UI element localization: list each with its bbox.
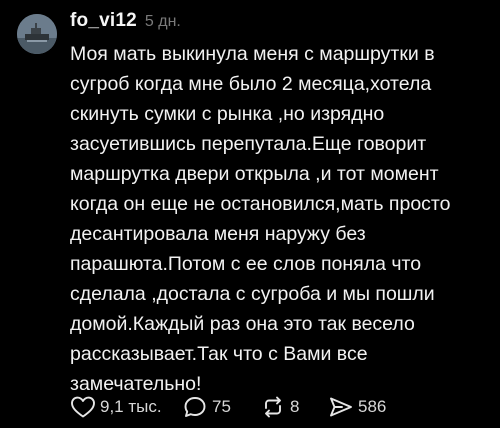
thread-post: fo_vi12 5 дн. Моя мать выкинула меня с м… (0, 0, 500, 428)
reply-button[interactable]: 75 (182, 395, 260, 419)
post-header: fo_vi12 5 дн. (70, 10, 181, 36)
post-text-line: засуетившись перепутала.Еще говорит (70, 133, 427, 155)
post-actions: 9,1 тыс. 75 8 586 (70, 394, 408, 420)
like-count: 9,1 тыс. (100, 397, 162, 416)
comment-bubble-icon (184, 397, 206, 417)
reply-count: 75 (212, 397, 231, 416)
repost-count: 8 (290, 397, 300, 416)
username[interactable]: fo_vi12 (70, 10, 137, 32)
avatar-image (17, 14, 57, 54)
heart-icon (71, 396, 95, 418)
send-icon (330, 397, 352, 417)
avatar[interactable] (17, 14, 57, 54)
post-time: 5 дн. (144, 13, 181, 30)
share-count: 586 (358, 397, 387, 416)
post-text-line: когда он еще не остановился,мать просто (70, 193, 451, 215)
repost-button[interactable]: 8 (260, 395, 328, 419)
like-button[interactable]: 9,1 тыс. (70, 395, 182, 419)
share-button[interactable]: 586 (328, 395, 408, 419)
post-text-line: домой.Каждый раз она это так весело (70, 313, 415, 335)
post-text-line: маршрутка двери открыла ,и тот момент (70, 163, 439, 185)
post-text: Моя мать выкинула меня с маршрутки в суг… (70, 39, 495, 399)
post-text-line: парашюта.Потом с ее слов поняла что (70, 253, 422, 275)
post-text-line: десантировала меня наружу без (70, 223, 366, 245)
post-text-line: скинуть сумки с рынка ,но изрядно (70, 103, 385, 125)
post-text-line: сугроб когда мне было 2 месяца,хотела (70, 73, 432, 95)
post-text-line: Моя мать выкинула меня с маршрутки в (70, 43, 435, 65)
repost-arrows-icon (265, 396, 281, 418)
post-text-line: рассказывает.Так что с Вами все (70, 343, 368, 365)
post-text-line: сделала ,достала с сугроба и мы пошли (70, 283, 435, 305)
